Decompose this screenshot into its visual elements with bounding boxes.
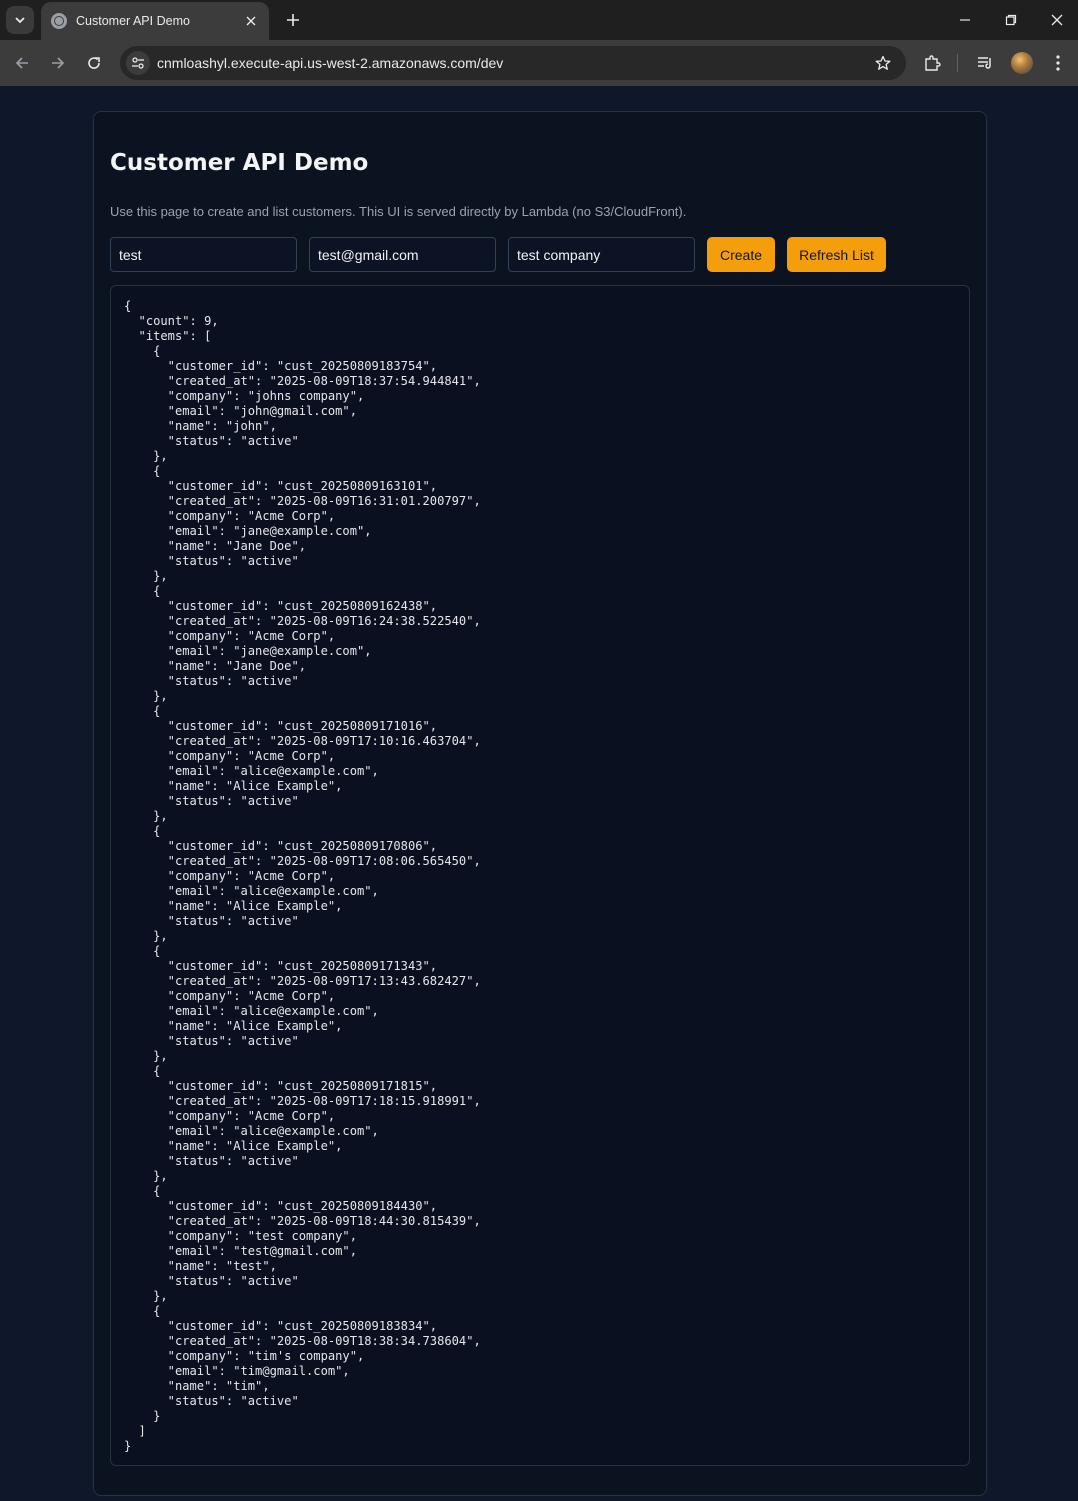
browser-tab-bar: Customer API Demo bbox=[0, 0, 1078, 40]
refresh-list-button[interactable]: Refresh List bbox=[787, 237, 886, 272]
plus-icon[interactable] bbox=[282, 9, 304, 31]
page-title: Customer API Demo bbox=[110, 150, 369, 176]
company-input[interactable] bbox=[508, 237, 695, 272]
more-icon[interactable] bbox=[1046, 51, 1070, 75]
extensions-icon[interactable] bbox=[920, 51, 944, 75]
create-button[interactable]: Create bbox=[707, 237, 775, 272]
email-input[interactable] bbox=[309, 237, 496, 272]
json-output-panel: { "count": 9, "items": [ { "customer_id"… bbox=[110, 285, 970, 1466]
reload-icon[interactable] bbox=[82, 51, 106, 75]
json-output: { "count": 9, "items": [ { "customer_id"… bbox=[124, 299, 481, 1453]
address-bar[interactable]: cnmloashyl.execute-api.us-west-2.amazona… bbox=[120, 46, 906, 80]
name-input[interactable] bbox=[110, 237, 297, 272]
browser-tab[interactable]: Customer API Demo bbox=[41, 2, 269, 40]
minimize-icon[interactable] bbox=[953, 8, 977, 32]
close-icon[interactable] bbox=[243, 13, 259, 29]
close-window-icon[interactable] bbox=[1045, 8, 1069, 32]
profile-avatar[interactable] bbox=[1011, 52, 1033, 74]
restore-icon[interactable] bbox=[999, 8, 1023, 32]
toolbar-divider bbox=[957, 54, 958, 72]
browser-toolbar: cnmloashyl.execute-api.us-west-2.amazona… bbox=[0, 40, 1078, 86]
back-icon[interactable] bbox=[10, 51, 34, 75]
page-subtitle: Use this page to create and list custome… bbox=[110, 204, 687, 219]
media-icon[interactable] bbox=[973, 51, 997, 75]
forward-icon[interactable] bbox=[46, 51, 70, 75]
globe-icon bbox=[51, 13, 67, 29]
tab-title: Customer API Demo bbox=[76, 14, 190, 28]
tab-search-icon[interactable] bbox=[6, 6, 34, 34]
star-icon[interactable] bbox=[874, 54, 892, 72]
url-text[interactable]: cnmloashyl.execute-api.us-west-2.amazona… bbox=[157, 46, 503, 80]
site-info-icon[interactable] bbox=[126, 51, 150, 75]
